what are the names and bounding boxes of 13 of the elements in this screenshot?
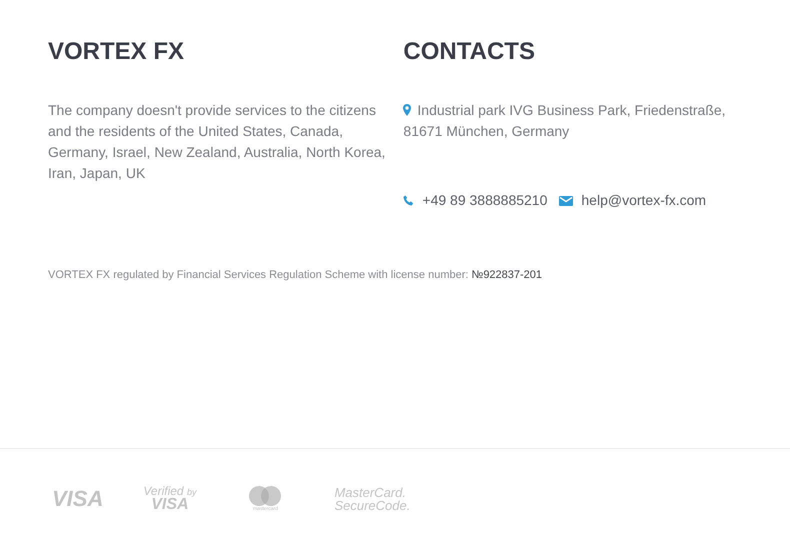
address-text: Industrial park IVG Business Park, Friedenstraße, 81671 München, Germany xyxy=(403,101,727,141)
visa-logo: VISA xyxy=(52,488,104,510)
company-title: VORTEX FX xyxy=(48,37,186,67)
map-pin-icon xyxy=(403,104,412,116)
verified-by-visa-logo: Verified by VISA xyxy=(143,484,196,512)
contacts-title: CONTACTS xyxy=(403,37,536,67)
phone-number: +49 89 3888885210 xyxy=(422,191,548,210)
regulation-text: VORTEX FX regulated by Financial Services Regulation Scheme with license number: №922837-201 xyxy=(47,268,544,283)
email-link[interactable]: help@vortex-fx.com xyxy=(581,190,706,211)
securecode-logo: MasterCard. SecureCode. xyxy=(334,486,410,512)
mail-icon xyxy=(559,196,574,206)
phone-icon xyxy=(403,195,414,206)
company-notice: The company doesn't provide services to the citizens and the residents of the United States, Canada, Germany, Israel, New Zealand, Australia, North Korea, Iran, Japan, UK xyxy=(48,101,386,183)
